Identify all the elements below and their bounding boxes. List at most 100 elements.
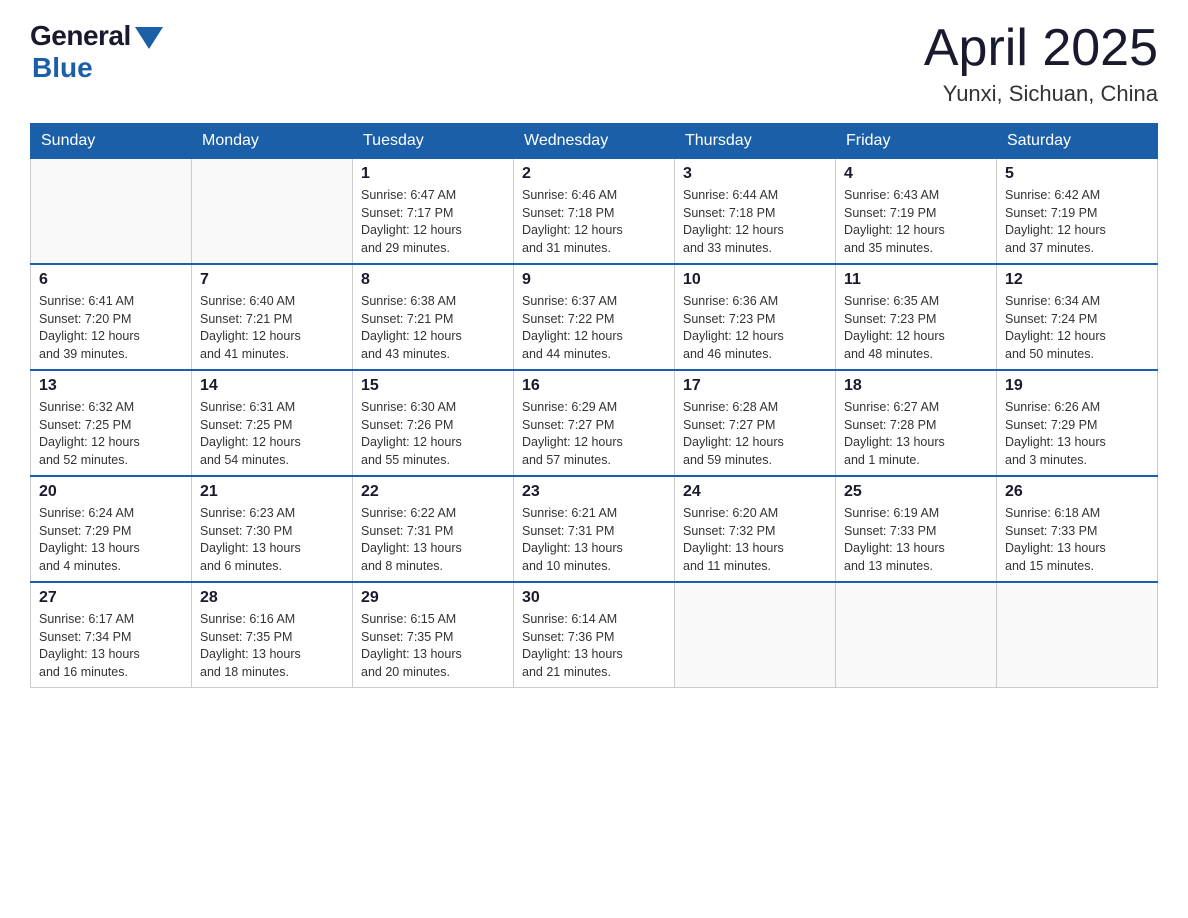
day-info: Sunrise: 6:41 AM Sunset: 7:20 PM Dayligh…	[39, 293, 183, 363]
calendar-cell	[836, 582, 997, 688]
calendar-week-row: 20 Sunrise: 6:24 AM Sunset: 7:29 PM Dayli…	[31, 476, 1158, 582]
calendar-header-wednesday: Wednesday	[514, 124, 675, 159]
day-info: Sunrise: 6:30 AM Sunset: 7:26 PM Dayligh…	[361, 399, 505, 469]
month-title: April 2025	[924, 20, 1158, 77]
calendar-cell	[192, 159, 353, 265]
day-info: Sunrise: 6:46 AM Sunset: 7:18 PM Dayligh…	[522, 187, 666, 257]
day-number: 15	[361, 377, 505, 395]
calendar-week-row: 1 Sunrise: 6:47 AM Sunset: 7:17 PM Daylig…	[31, 159, 1158, 265]
day-number: 4	[844, 165, 988, 183]
day-info: Sunrise: 6:43 AM Sunset: 7:19 PM Dayligh…	[844, 187, 988, 257]
calendar-cell: 17Sunrise: 6:28 AM Sunset: 7:27 PM Dayli…	[675, 370, 836, 476]
calendar-header-row: SundayMondayTuesdayWednesdayThursdayFrid…	[31, 124, 1158, 159]
day-number: 23	[522, 483, 666, 501]
calendar-cell	[675, 582, 836, 688]
calendar-cell: 27 Sunrise: 6:17 AM Sunset: 7:34 PM Dayli…	[31, 582, 192, 688]
page-header: General Blue April 2025 Yunxi, Sichuan, …	[30, 20, 1158, 107]
day-number: 5	[1005, 165, 1149, 183]
day-info: Sunrise: 6:23 AM Sunset: 7:30 PM Dayligh…	[200, 505, 344, 575]
day-info: Sunrise: 6:26 AM Sunset: 7:29 PM Dayligh…	[1005, 399, 1149, 469]
calendar-cell: 8Sunrise: 6:38 AM Sunset: 7:21 PM Daylig…	[353, 264, 514, 370]
day-number: 10	[683, 271, 827, 289]
day-number: 8	[361, 271, 505, 289]
day-number: 3	[683, 165, 827, 183]
logo-triangle-icon	[135, 27, 163, 49]
calendar-week-row: 6Sunrise: 6:41 AM Sunset: 7:20 PM Daylig…	[31, 264, 1158, 370]
calendar-cell: 24 Sunrise: 6:20 AM Sunset: 7:32 PM Dayli…	[675, 476, 836, 582]
day-info: Sunrise: 6:47 AM Sunset: 7:17 PM Dayligh…	[361, 187, 505, 257]
day-number: 21	[200, 483, 344, 501]
day-info: Sunrise: 6:17 AM Sunset: 7:34 PM Dayligh…	[39, 611, 183, 681]
calendar-cell: 20 Sunrise: 6:24 AM Sunset: 7:29 PM Dayli…	[31, 476, 192, 582]
calendar-cell: 2 Sunrise: 6:46 AM Sunset: 7:18 PM Daylig…	[514, 159, 675, 265]
calendar-cell: 12 Sunrise: 6:34 AM Sunset: 7:24 PM Dayli…	[997, 264, 1158, 370]
day-info: Sunrise: 6:44 AM Sunset: 7:18 PM Dayligh…	[683, 187, 827, 257]
day-info: Sunrise: 6:35 AM Sunset: 7:23 PM Dayligh…	[844, 293, 988, 363]
day-number: 2	[522, 165, 666, 183]
day-info: Sunrise: 6:24 AM Sunset: 7:29 PM Dayligh…	[39, 505, 183, 575]
calendar-header-tuesday: Tuesday	[353, 124, 514, 159]
day-info: Sunrise: 6:15 AM Sunset: 7:35 PM Dayligh…	[361, 611, 505, 681]
day-info: Sunrise: 6:42 AM Sunset: 7:19 PM Dayligh…	[1005, 187, 1149, 257]
day-info: Sunrise: 6:32 AM Sunset: 7:25 PM Dayligh…	[39, 399, 183, 469]
day-info: Sunrise: 6:40 AM Sunset: 7:21 PM Dayligh…	[200, 293, 344, 363]
day-number: 1	[361, 165, 505, 183]
calendar-cell: 4 Sunrise: 6:43 AM Sunset: 7:19 PM Daylig…	[836, 159, 997, 265]
day-number: 24	[683, 483, 827, 501]
calendar-cell: 11 Sunrise: 6:35 AM Sunset: 7:23 PM Dayli…	[836, 264, 997, 370]
day-info: Sunrise: 6:14 AM Sunset: 7:36 PM Dayligh…	[522, 611, 666, 681]
calendar-cell: 14 Sunrise: 6:31 AM Sunset: 7:25 PM Dayli…	[192, 370, 353, 476]
day-info: Sunrise: 6:20 AM Sunset: 7:32 PM Dayligh…	[683, 505, 827, 575]
day-number: 28	[200, 589, 344, 607]
calendar-week-row: 13 Sunrise: 6:32 AM Sunset: 7:25 PM Dayli…	[31, 370, 1158, 476]
calendar-cell: 6Sunrise: 6:41 AM Sunset: 7:20 PM Daylig…	[31, 264, 192, 370]
calendar-cell: 23 Sunrise: 6:21 AM Sunset: 7:31 PM Dayli…	[514, 476, 675, 582]
day-info: Sunrise: 6:34 AM Sunset: 7:24 PM Dayligh…	[1005, 293, 1149, 363]
day-number: 16	[522, 377, 666, 395]
day-info: Sunrise: 6:18 AM Sunset: 7:33 PM Dayligh…	[1005, 505, 1149, 575]
calendar-cell: 25Sunrise: 6:19 AM Sunset: 7:33 PM Dayli…	[836, 476, 997, 582]
day-number: 18	[844, 377, 988, 395]
day-number: 20	[39, 483, 183, 501]
calendar-cell: 21 Sunrise: 6:23 AM Sunset: 7:30 PM Dayli…	[192, 476, 353, 582]
calendar-cell: 19Sunrise: 6:26 AM Sunset: 7:29 PM Dayli…	[997, 370, 1158, 476]
day-number: 29	[361, 589, 505, 607]
calendar-cell: 28 Sunrise: 6:16 AM Sunset: 7:35 PM Dayli…	[192, 582, 353, 688]
location-title: Yunxi, Sichuan, China	[924, 81, 1158, 107]
day-number: 14	[200, 377, 344, 395]
day-info: Sunrise: 6:36 AM Sunset: 7:23 PM Dayligh…	[683, 293, 827, 363]
logo: General Blue	[30, 20, 163, 84]
day-number: 9	[522, 271, 666, 289]
calendar-header-thursday: Thursday	[675, 124, 836, 159]
day-number: 13	[39, 377, 183, 395]
calendar-header-monday: Monday	[192, 124, 353, 159]
calendar-cell: 7Sunrise: 6:40 AM Sunset: 7:21 PM Daylig…	[192, 264, 353, 370]
calendar-header-sunday: Sunday	[31, 124, 192, 159]
logo-blue-text: Blue	[32, 52, 93, 84]
calendar-cell: 29 Sunrise: 6:15 AM Sunset: 7:35 PM Dayli…	[353, 582, 514, 688]
calendar-cell: 22Sunrise: 6:22 AM Sunset: 7:31 PM Dayli…	[353, 476, 514, 582]
calendar-cell: 9Sunrise: 6:37 AM Sunset: 7:22 PM Daylig…	[514, 264, 675, 370]
calendar-cell: 26 Sunrise: 6:18 AM Sunset: 7:33 PM Dayli…	[997, 476, 1158, 582]
day-number: 17	[683, 377, 827, 395]
day-number: 22	[361, 483, 505, 501]
calendar-week-row: 27 Sunrise: 6:17 AM Sunset: 7:34 PM Dayli…	[31, 582, 1158, 688]
calendar-cell: 10 Sunrise: 6:36 AM Sunset: 7:23 PM Dayli…	[675, 264, 836, 370]
calendar-cell	[31, 159, 192, 265]
calendar-cell: 13 Sunrise: 6:32 AM Sunset: 7:25 PM Dayli…	[31, 370, 192, 476]
calendar-table: SundayMondayTuesdayWednesdayThursdayFrid…	[30, 123, 1158, 688]
day-info: Sunrise: 6:21 AM Sunset: 7:31 PM Dayligh…	[522, 505, 666, 575]
calendar-header-saturday: Saturday	[997, 124, 1158, 159]
day-number: 26	[1005, 483, 1149, 501]
day-info: Sunrise: 6:29 AM Sunset: 7:27 PM Dayligh…	[522, 399, 666, 469]
calendar-cell: 3 Sunrise: 6:44 AM Sunset: 7:18 PM Daylig…	[675, 159, 836, 265]
calendar-cell: 30Sunrise: 6:14 AM Sunset: 7:36 PM Dayli…	[514, 582, 675, 688]
calendar-cell: 15 Sunrise: 6:30 AM Sunset: 7:26 PM Dayli…	[353, 370, 514, 476]
day-number: 27	[39, 589, 183, 607]
day-info: Sunrise: 6:16 AM Sunset: 7:35 PM Dayligh…	[200, 611, 344, 681]
day-info: Sunrise: 6:19 AM Sunset: 7:33 PM Dayligh…	[844, 505, 988, 575]
day-number: 12	[1005, 271, 1149, 289]
day-number: 11	[844, 271, 988, 289]
day-info: Sunrise: 6:31 AM Sunset: 7:25 PM Dayligh…	[200, 399, 344, 469]
calendar-cell: 1 Sunrise: 6:47 AM Sunset: 7:17 PM Daylig…	[353, 159, 514, 265]
